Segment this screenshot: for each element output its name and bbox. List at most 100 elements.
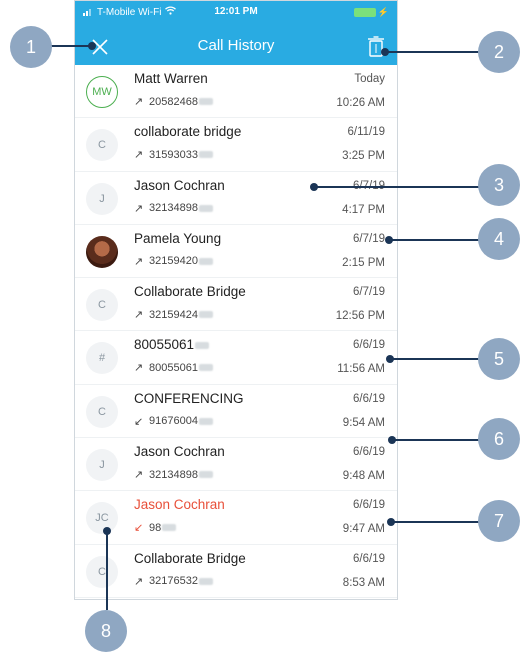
- leader-dot-8: [103, 527, 111, 535]
- call-time: 3:25 PM: [342, 150, 385, 163]
- contact-name: CONFERENCING: [134, 390, 244, 406]
- phone-number: 31593033: [149, 148, 198, 161]
- callout-8: 8: [85, 610, 127, 652]
- call-row[interactable]: MW Matt Warren ↗ 20582468 Today 10:26 AM: [75, 65, 397, 119]
- call-date: 6/6/19: [353, 339, 385, 352]
- phone-number: 32159424: [149, 308, 198, 321]
- contact-name: Pamela Young: [134, 230, 222, 246]
- call-date: 6/11/19: [347, 126, 385, 139]
- phone-number: 80055061: [149, 361, 198, 374]
- outgoing-call-icon: ↗: [134, 362, 144, 375]
- redacted-digits: [195, 342, 210, 350]
- redacted-digits: [198, 311, 213, 319]
- phone-number: 91676004: [149, 415, 198, 428]
- contact-name: 80055061: [134, 337, 210, 352]
- callout-7: 7: [478, 500, 520, 542]
- call-time: 12:56 PM: [335, 310, 385, 323]
- outgoing-call-icon: ↗: [134, 149, 144, 162]
- avatar: J: [86, 449, 118, 482]
- call-time: 10:26 AM: [336, 97, 385, 109]
- redacted-digits: [198, 98, 213, 105]
- call-row[interactable]: Pamela Young ↗ 32159420 6/7/19 2:15 PM: [75, 225, 397, 279]
- avatar: #: [86, 342, 118, 375]
- contact-name: Jason Cochran: [134, 177, 225, 193]
- phone-number: 32134898: [149, 468, 198, 481]
- phone-screen: T-Mobile Wi-Fi 12:01 PM ⚡ Call History M…: [74, 0, 398, 600]
- callout-2: 2: [478, 31, 520, 73]
- call-row[interactable]: J Jason Cochran ↗ 32134898 6/6/19 9:48 AM: [75, 438, 397, 492]
- outgoing-call-icon: ↗: [134, 575, 144, 588]
- outgoing-call-icon: ↗: [134, 96, 144, 108]
- call-date: 6/6/19: [353, 499, 385, 512]
- missed-call-icon: ↙: [134, 522, 144, 535]
- call-date: 6/7/19: [353, 232, 385, 245]
- call-row[interactable]: J Jason Cochran ↗32134898 6/7/19 4:17 PM: [75, 172, 397, 225]
- call-time: 8:53 AM: [342, 576, 385, 589]
- leader-dot-4: [385, 236, 393, 244]
- call-row[interactable]: JC Jason Cochran ↙ 98 6/6/19 9:47 AM: [75, 491, 397, 545]
- call-time: 2:15 PM: [342, 256, 385, 269]
- leader-line-2: [384, 51, 484, 53]
- call-time: 4:17 PM: [342, 203, 385, 216]
- avatar: C: [86, 129, 118, 162]
- status-bar: T-Mobile Wi-Fi 12:01 PM ⚡: [75, 1, 397, 23]
- redacted-digits: [162, 524, 177, 532]
- leader-dot-3: [310, 183, 318, 191]
- phone-number: 32159420: [149, 255, 198, 268]
- leader-line-3: [314, 186, 484, 188]
- leader-line-1: [50, 45, 92, 47]
- leader-dot-1: [88, 42, 96, 50]
- phone-number: 98: [149, 521, 162, 534]
- avatar: J: [86, 182, 118, 215]
- contact-name: Matt Warren: [134, 71, 208, 86]
- contact-name-missed: Jason Cochran: [134, 497, 225, 513]
- call-row[interactable]: C CONFERENCING ↙ 91676004 6/6/19 9:54 AM: [75, 385, 397, 439]
- leader-dot-6: [388, 436, 396, 444]
- call-date: 6/7/19: [353, 286, 385, 299]
- contact-name: Jason Cochran: [134, 444, 225, 460]
- redacted-digits: [198, 151, 213, 159]
- avatar-photo: [86, 235, 118, 268]
- contact-name: Collaborate Bridge: [134, 550, 246, 566]
- call-date: 6/6/19: [353, 446, 385, 459]
- page-title: Call History: [197, 37, 275, 54]
- phone-number: 32176532: [149, 575, 198, 588]
- leader-dot-7: [387, 518, 395, 526]
- outgoing-call-icon: ↗: [134, 255, 144, 268]
- call-time: 9:48 AM: [342, 470, 385, 483]
- callout-3: 3: [478, 164, 520, 206]
- redacted-digits: [198, 471, 213, 479]
- leader-line-4: [388, 239, 484, 241]
- call-row[interactable]: C collaborate bridge ↗ 31593033 6/11/19 3…: [75, 118, 397, 172]
- leader-dot-5: [386, 355, 394, 363]
- contact-name: collaborate bridge: [134, 124, 242, 140]
- trash-icon: [368, 36, 384, 57]
- phone-number: 20582468: [149, 95, 198, 108]
- call-time: 9:47 AM: [342, 523, 385, 536]
- leader-line-7: [391, 521, 484, 523]
- leader-line-6: [392, 439, 484, 441]
- contact-name: Collaborate Bridge: [134, 284, 246, 300]
- call-row[interactable]: # 80055061 ↗ 80055061 6/6/19 11:56 AM: [75, 331, 397, 385]
- call-time: 9:54 AM: [342, 416, 385, 429]
- delete-history-button[interactable]: [365, 34, 387, 60]
- redacted-digits: [198, 364, 213, 372]
- call-time: 11:56 AM: [337, 363, 385, 376]
- phone-number: 32134898: [149, 202, 198, 215]
- call-date: Today: [354, 73, 385, 85]
- header-bar: T-Mobile Wi-Fi 12:01 PM ⚡ Call History: [75, 1, 397, 65]
- leader-line-8: [106, 530, 108, 610]
- callout-6: 6: [478, 418, 520, 460]
- outgoing-call-icon: ↗: [134, 202, 144, 215]
- redacted-digits: [198, 577, 213, 585]
- avatar: C: [86, 289, 118, 322]
- call-date: 6/6/19: [353, 552, 385, 565]
- call-row[interactable]: C Collaborate Bridge ↗ 32176532 6/6/19 8:…: [75, 545, 397, 598]
- callout-1: 1: [10, 26, 52, 68]
- redacted-digits: [198, 257, 213, 265]
- outgoing-call-icon: ↗: [134, 309, 144, 322]
- call-date: 6/6/19: [353, 392, 385, 405]
- charging-icon: ⚡: [377, 7, 389, 17]
- call-row[interactable]: C Collaborate Bridge ↗ 32159424 6/7/19 12…: [75, 278, 397, 332]
- call-history-list: MW Matt Warren ↗ 20582468 Today 10:26 AM …: [75, 65, 397, 598]
